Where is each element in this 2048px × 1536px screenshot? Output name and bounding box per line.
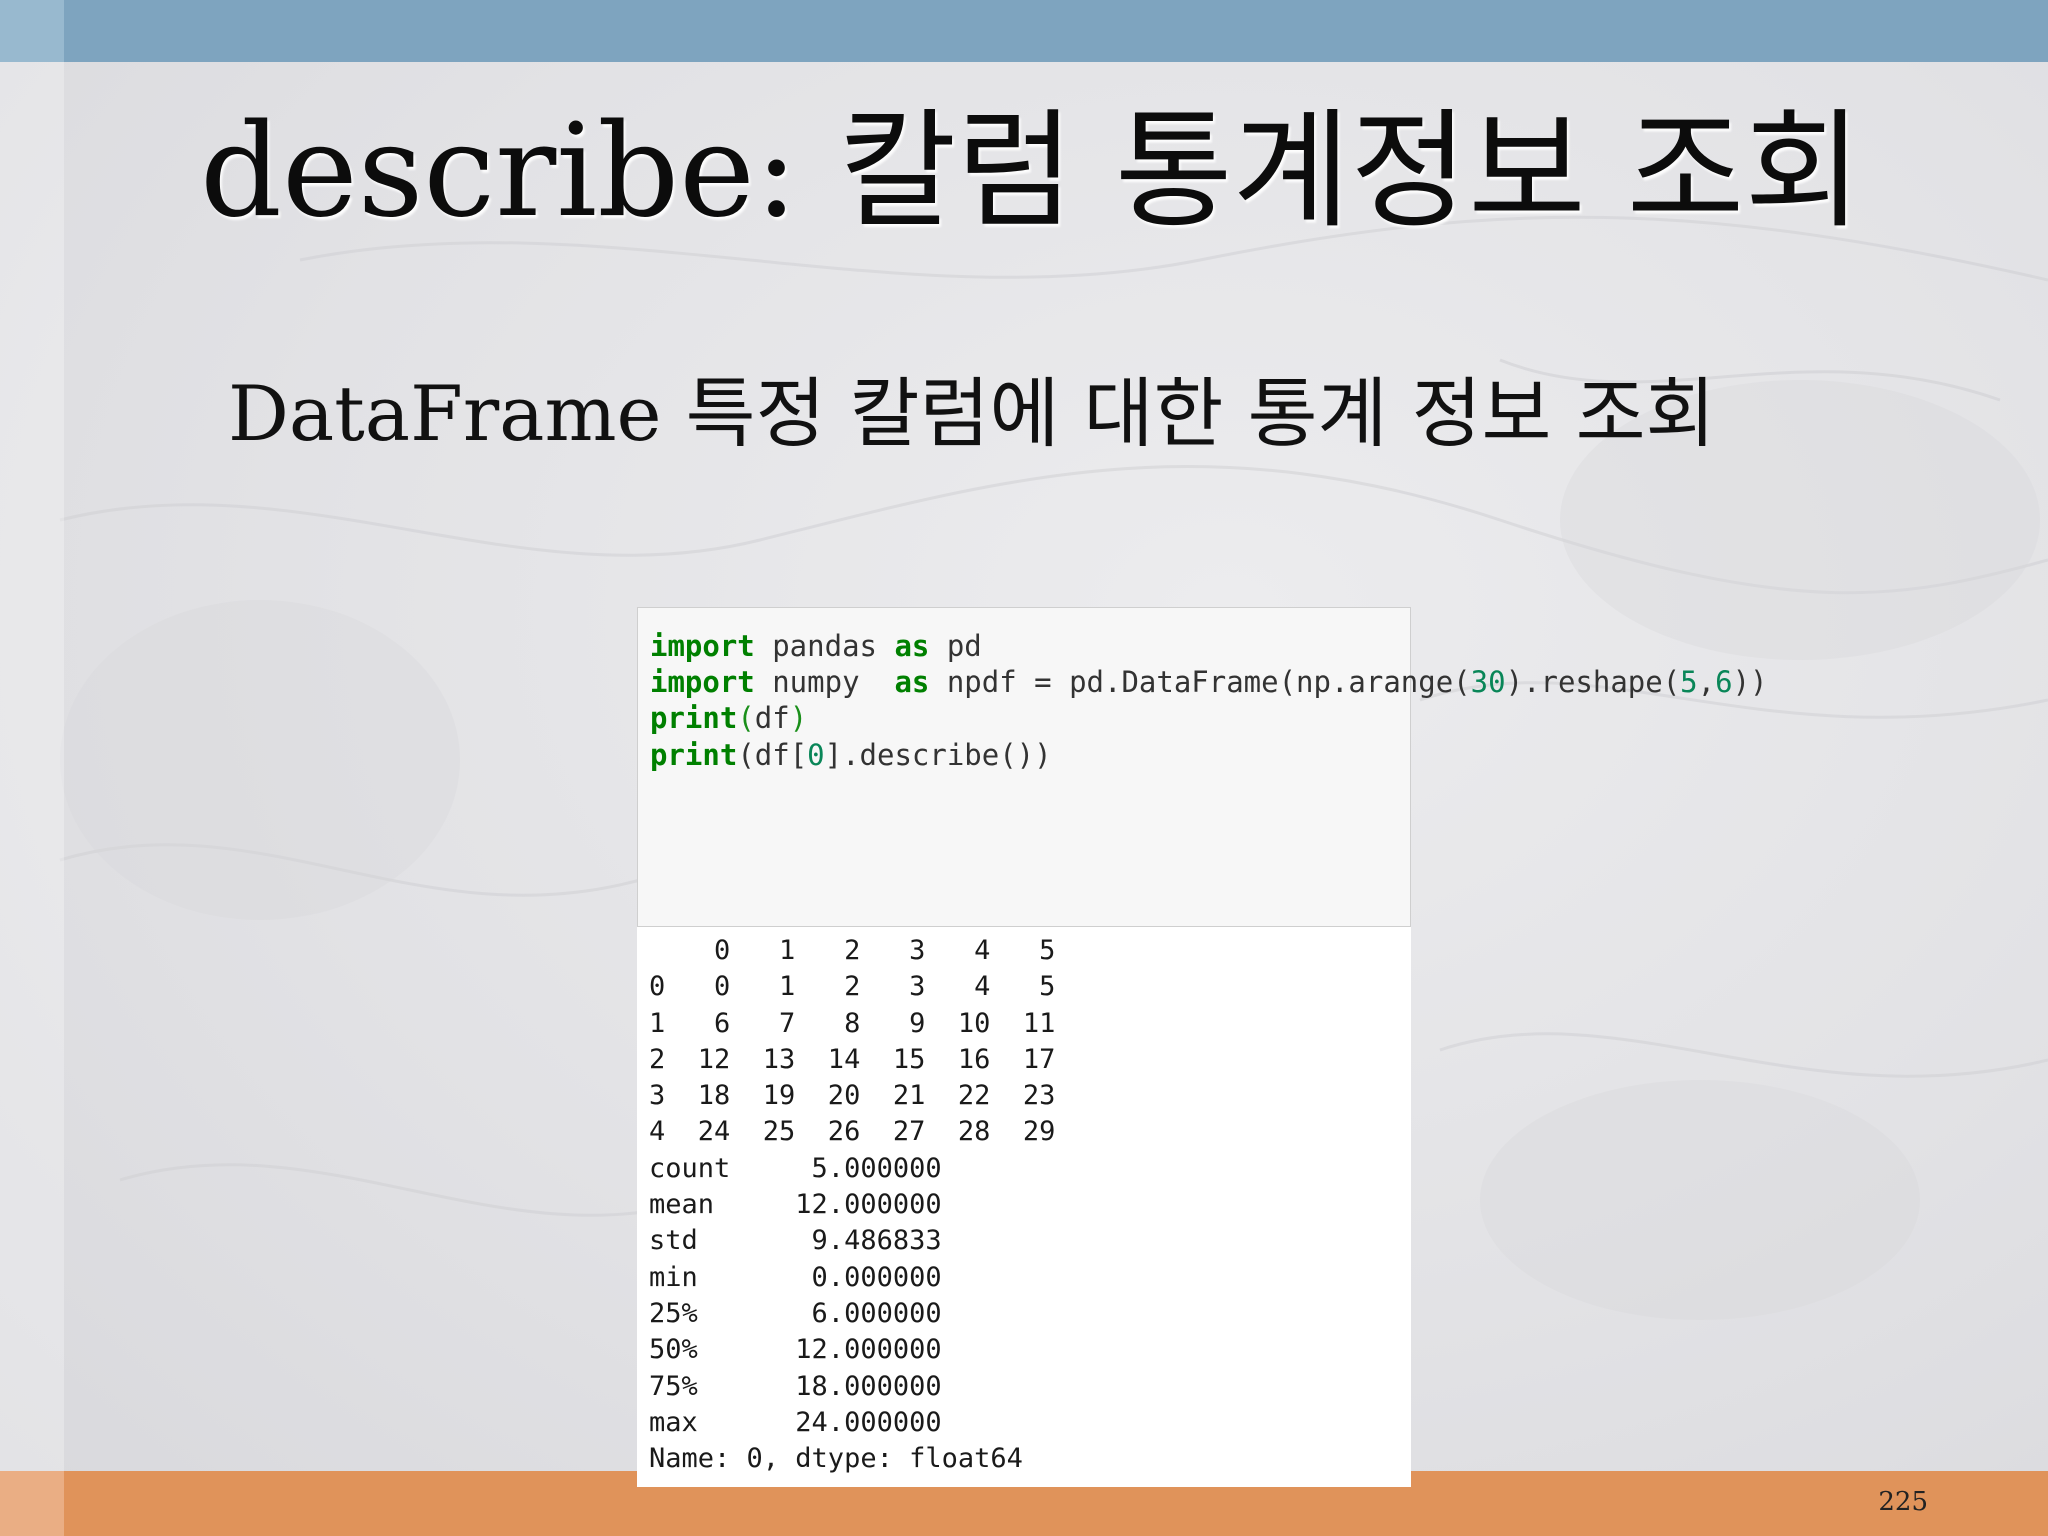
- output-line: mean 12.000000: [649, 1189, 942, 1221]
- code-number: 30: [1470, 665, 1506, 700]
- code-text: df = pd.DataFrame(np.arange(: [981, 665, 1471, 700]
- output-line: count 5.000000: [649, 1152, 942, 1184]
- code-keyword: as: [894, 665, 930, 700]
- code-line-2: import numpy as np: [650, 665, 982, 699]
- code-block: import pandas as pd import numpy as npdf…: [650, 628, 1768, 773]
- code-input-cell: import pandas as pd import numpy as npdf…: [637, 607, 1768, 927]
- output-line: 3 18 19 20 21 22 23: [649, 1080, 1056, 1112]
- output-line: 25% 6.000000: [649, 1297, 942, 1329]
- slide-title: describe: 칼럼 통계정보 조회: [200, 97, 1863, 246]
- output-line: 1 6 7 8 9 10 11: [649, 1007, 1056, 1039]
- slide: describe: 칼럼 통계정보 조회 DataFrame 특정 칼럼에 대한…: [0, 0, 2048, 1536]
- output-line: 0 0 1 2 3 4 5: [649, 971, 1056, 1003]
- code-text: (df[: [737, 737, 808, 772]
- code-output-cell: 0 1 2 3 4 5 0 0 1 2 3 4 5 1 6 7 8 9 10 1…: [637, 927, 1411, 1487]
- code-keyword: import: [650, 665, 755, 700]
- output-line: 75% 18.000000: [649, 1370, 942, 1402]
- code-text: df: [754, 701, 790, 736]
- code-number: 0: [807, 737, 825, 772]
- left-margin-strip: [0, 62, 64, 1471]
- code-text: )): [1732, 665, 1768, 700]
- output-line: Name: 0, dtype: float64: [649, 1443, 1023, 1475]
- code-paren: (: [737, 701, 755, 736]
- top-banner: [0, 0, 2048, 62]
- top-banner-accent: [0, 0, 64, 62]
- output-line: min 0.000000: [649, 1261, 942, 1293]
- code-text: ,: [1697, 665, 1716, 700]
- output-line: 4 24 25 26 27 28 29: [649, 1116, 1056, 1148]
- slide-subtitle: DataFrame 특정 칼럼에 대한 통계 정보 조회: [228, 369, 1716, 458]
- output-line: max 24.000000: [649, 1406, 942, 1438]
- code-number: 6: [1715, 665, 1733, 700]
- code-text: pd: [929, 629, 982, 663]
- output-line: 2 12 13 14 15 16 17: [649, 1043, 1056, 1075]
- code-text: numpy: [754, 665, 895, 700]
- code-line-5: print(df[0].describe()): [650, 738, 1052, 772]
- output-block: 0 1 2 3 4 5 0 0 1 2 3 4 5 1 6 7 8 9 10 1…: [649, 933, 1055, 1477]
- code-keyword: print: [650, 701, 738, 736]
- code-line-1: import pandas as pd: [650, 629, 982, 663]
- code-paren: ): [789, 701, 808, 736]
- code-text: ).reshape(: [1505, 665, 1681, 700]
- output-line: 50% 12.000000: [649, 1334, 942, 1366]
- code-keyword: import: [650, 629, 755, 663]
- bottom-banner-accent: [0, 1471, 64, 1536]
- code-keyword: as: [894, 629, 930, 663]
- code-text: np: [929, 665, 982, 700]
- code-text: ].describe()): [824, 737, 1052, 772]
- code-text: pandas: [754, 629, 895, 663]
- code-keyword: print: [650, 737, 738, 772]
- output-line: 0 1 2 3 4 5: [649, 935, 1056, 966]
- code-line-4: print(df): [650, 701, 807, 735]
- code-number: 5: [1680, 665, 1698, 700]
- page-number: 225: [1878, 1487, 1928, 1517]
- output-line: std 9.486833: [649, 1225, 942, 1257]
